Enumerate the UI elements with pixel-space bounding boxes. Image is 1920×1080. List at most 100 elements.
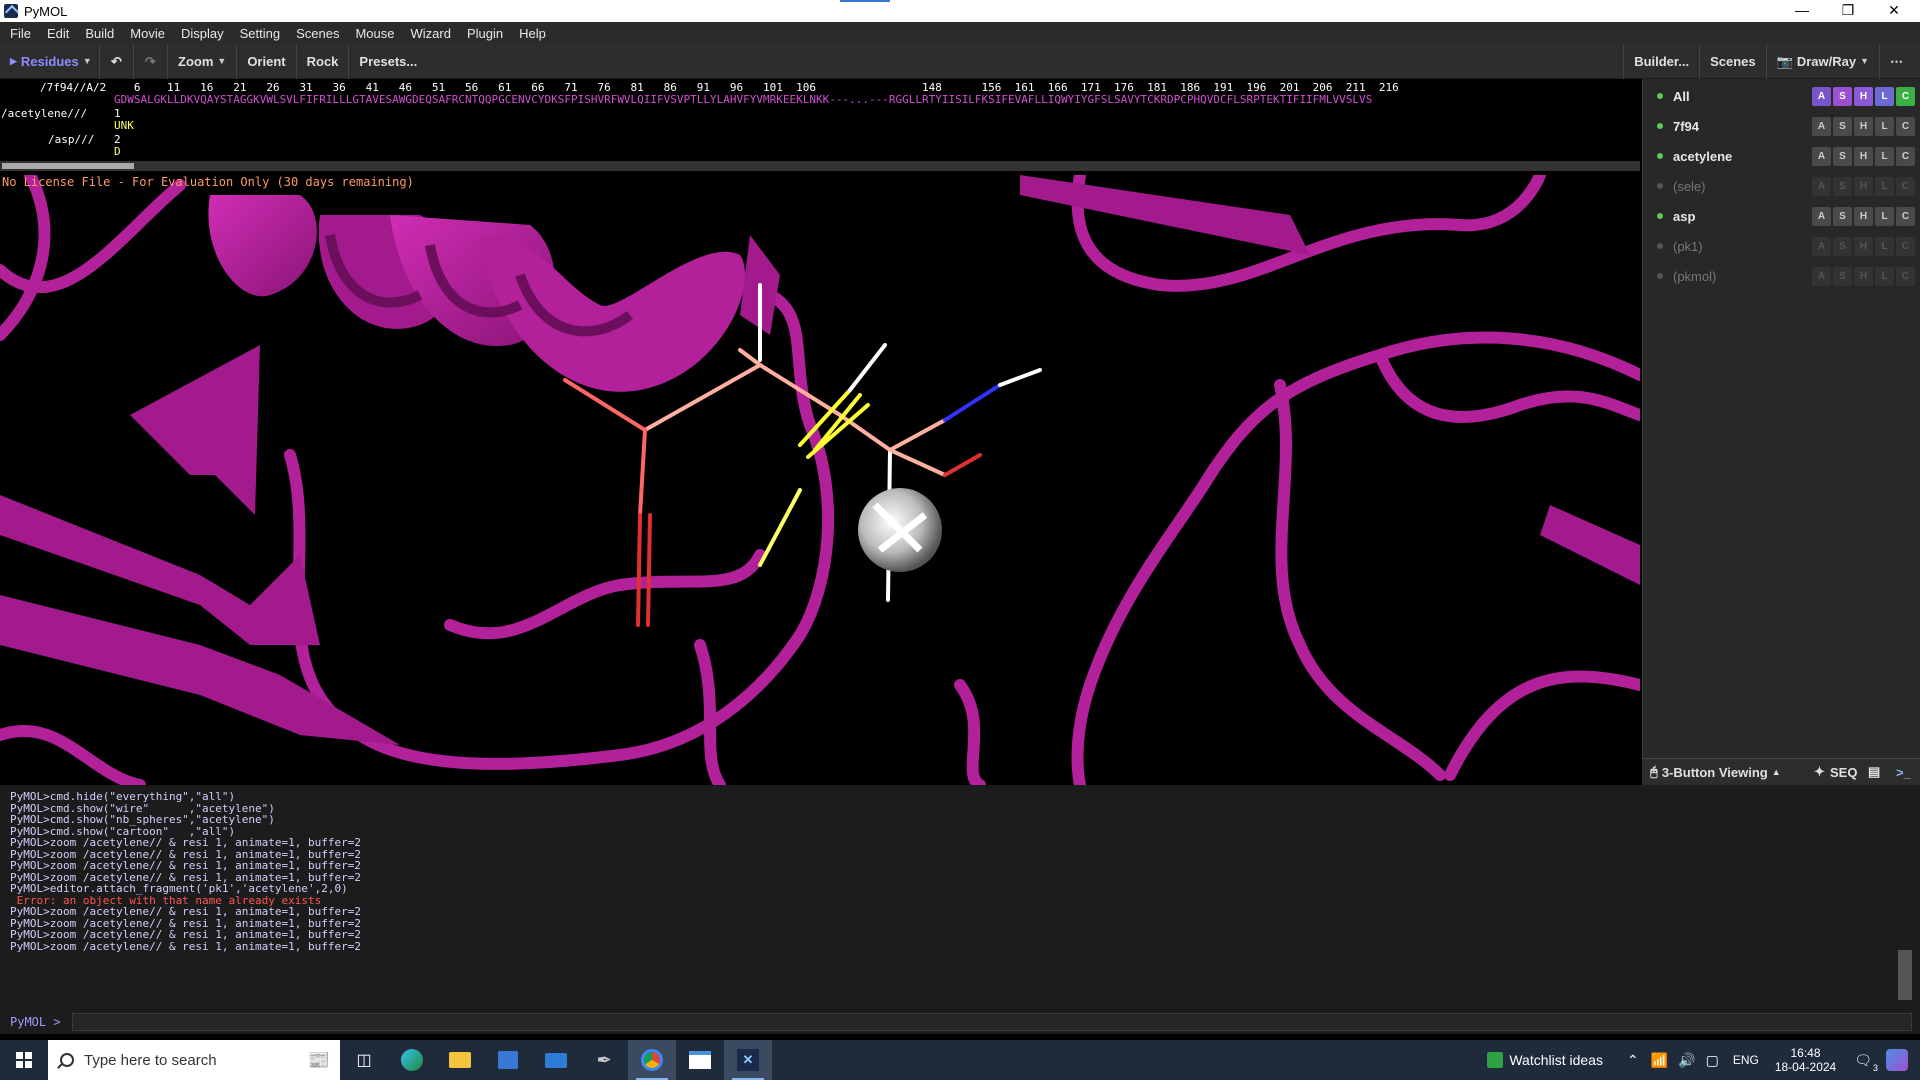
object-enabled-indicator[interactable] bbox=[1657, 123, 1663, 129]
object-button-c[interactable]: C bbox=[1896, 116, 1915, 136]
object-button-a[interactable]: A bbox=[1812, 86, 1831, 106]
object-button-l[interactable]: L bbox=[1875, 206, 1894, 226]
edge-icon[interactable] bbox=[388, 1040, 436, 1080]
object-row[interactable]: acetylene A S H L C bbox=[1643, 141, 1920, 171]
object-enabled-indicator[interactable] bbox=[1657, 93, 1663, 99]
object-row[interactable]: 7f94 A S H L C bbox=[1643, 111, 1920, 141]
minimize-icon[interactable]: — bbox=[1780, 0, 1824, 22]
object-button-c[interactable]: C bbox=[1896, 176, 1915, 196]
menu-display[interactable]: Display bbox=[181, 26, 224, 41]
object-row[interactable]: (pkmol) A S H L C bbox=[1643, 261, 1920, 291]
object-name[interactable]: acetylene bbox=[1673, 149, 1813, 164]
notification-icon[interactable]: 🗨 3 bbox=[1854, 1052, 1878, 1073]
object-button-h[interactable]: H bbox=[1854, 236, 1873, 256]
pen-icon[interactable]: ✒ bbox=[580, 1040, 628, 1080]
seq-label-acetylene[interactable]: /acetylene/// bbox=[1, 107, 87, 120]
object-button-c[interactable]: C bbox=[1896, 86, 1915, 106]
object-button-a[interactable]: A bbox=[1812, 176, 1831, 196]
object-button-h[interactable]: H bbox=[1854, 86, 1873, 106]
copilot-icon[interactable] bbox=[1886, 1049, 1908, 1071]
start-button[interactable] bbox=[0, 1040, 48, 1080]
builder-button[interactable]: Builder... bbox=[1623, 44, 1701, 79]
object-button-a[interactable]: A bbox=[1812, 146, 1831, 166]
object-button-s[interactable]: S bbox=[1833, 206, 1852, 226]
menu-build[interactable]: Build bbox=[85, 26, 114, 41]
pymol-taskbar-icon[interactable]: ✕ bbox=[724, 1040, 772, 1080]
volume-icon[interactable]: 🔊 bbox=[1678, 1052, 1695, 1069]
viewing-mode-selector[interactable]: 🖰 3-Button Viewing ▲ bbox=[1650, 764, 1781, 780]
language-indicator[interactable]: ENG bbox=[1733, 1053, 1759, 1067]
object-row[interactable]: (pk1) A S H L C bbox=[1643, 231, 1920, 261]
presets-button[interactable]: Presets... bbox=[349, 44, 427, 79]
mail-icon[interactable] bbox=[532, 1040, 580, 1080]
more-options-button[interactable]: ⋯ bbox=[1880, 44, 1920, 79]
taskbar-search[interactable]: Type here to search 📰 bbox=[48, 1040, 340, 1080]
object-enabled-indicator[interactable] bbox=[1657, 183, 1663, 189]
object-button-a[interactable]: A bbox=[1812, 266, 1831, 286]
object-name[interactable]: (sele) bbox=[1673, 179, 1813, 194]
object-row[interactable]: All A S H L C bbox=[1643, 81, 1920, 111]
object-name[interactable]: 7f94 bbox=[1673, 119, 1813, 134]
wand-icon[interactable]: ✦ bbox=[1814, 764, 1825, 780]
object-name[interactable]: (pkmol) bbox=[1673, 269, 1813, 284]
menu-edit[interactable]: Edit bbox=[47, 26, 69, 41]
object-button-c[interactable]: C bbox=[1896, 266, 1915, 286]
seq-toggle-button[interactable]: SEQ bbox=[1830, 765, 1857, 780]
object-button-c[interactable]: C bbox=[1896, 146, 1915, 166]
object-name[interactable]: asp bbox=[1673, 209, 1813, 224]
seq-label-7f94[interactable]: /7f94//A/2 bbox=[40, 81, 106, 94]
zoom-dropdown[interactable]: Zoom ▼ bbox=[168, 43, 238, 79]
seq-scrollbar-thumb[interactable] bbox=[2, 163, 134, 169]
object-button-l[interactable]: L bbox=[1875, 266, 1894, 286]
menu-file[interactable]: File bbox=[10, 26, 31, 41]
seq-residues-7f94[interactable]: GDWSALGKLLDKVQAYSTAGGKVWLSVLFIFRILLLGTAV… bbox=[114, 93, 1372, 106]
object-button-l[interactable]: L bbox=[1875, 146, 1894, 166]
console-scrollbar-thumb[interactable] bbox=[1898, 950, 1912, 1000]
seq-residue-d[interactable]: D bbox=[114, 145, 121, 158]
orient-button[interactable]: Orient bbox=[237, 43, 297, 79]
network-icon[interactable]: 📶 bbox=[1651, 1052, 1668, 1069]
object-button-a[interactable]: A bbox=[1812, 206, 1831, 226]
object-enabled-indicator[interactable] bbox=[1657, 243, 1663, 249]
seq-label-asp[interactable]: /asp/// bbox=[48, 133, 94, 146]
rock-button[interactable]: Rock bbox=[297, 43, 350, 79]
object-name[interactable]: All bbox=[1673, 89, 1813, 104]
seq-residue-unk[interactable]: UNK bbox=[114, 119, 134, 132]
panel-icon[interactable]: ▤ bbox=[1868, 764, 1880, 780]
object-button-h[interactable]: H bbox=[1854, 206, 1873, 226]
object-button-h[interactable]: H bbox=[1854, 176, 1873, 196]
object-enabled-indicator[interactable] bbox=[1657, 213, 1663, 219]
command-input[interactable] bbox=[72, 1013, 1912, 1031]
task-view-icon[interactable]: ◫ bbox=[340, 1040, 388, 1080]
object-row[interactable]: (sele) A S H L C bbox=[1643, 171, 1920, 201]
object-button-s[interactable]: S bbox=[1833, 266, 1852, 286]
clock[interactable]: 16:48 18-04-2024 bbox=[1775, 1046, 1836, 1074]
menu-mouse[interactable]: Mouse bbox=[355, 26, 394, 41]
menu-wizard[interactable]: Wizard bbox=[410, 26, 450, 41]
menu-plugin[interactable]: Plugin bbox=[467, 26, 503, 41]
object-button-h[interactable]: H bbox=[1854, 116, 1873, 136]
object-button-s[interactable]: S bbox=[1833, 86, 1852, 106]
object-button-s[interactable]: S bbox=[1833, 116, 1852, 136]
object-button-s[interactable]: S bbox=[1833, 146, 1852, 166]
chevron-up-icon[interactable]: ⌃ bbox=[1627, 1052, 1639, 1069]
object-button-l[interactable]: L bbox=[1875, 116, 1894, 136]
menu-help[interactable]: Help bbox=[519, 26, 546, 41]
object-button-h[interactable]: H bbox=[1854, 266, 1873, 286]
menu-setting[interactable]: Setting bbox=[240, 26, 280, 41]
watchlist-widget[interactable]: Watchlist ideas bbox=[1487, 1052, 1603, 1068]
undo-button[interactable]: ↶ bbox=[100, 43, 134, 79]
object-name[interactable]: (pk1) bbox=[1673, 239, 1813, 254]
molecular-viewport[interactable]: No License File - For Evaluation Only (3… bbox=[0, 175, 1640, 785]
terminal-app-icon[interactable] bbox=[676, 1040, 724, 1080]
object-row[interactable]: asp A S H L C bbox=[1643, 201, 1920, 231]
object-button-a[interactable]: A bbox=[1812, 236, 1831, 256]
object-button-s[interactable]: S bbox=[1833, 176, 1852, 196]
object-button-a[interactable]: A bbox=[1812, 116, 1831, 136]
object-button-l[interactable]: L bbox=[1875, 176, 1894, 196]
object-button-l[interactable]: L bbox=[1875, 86, 1894, 106]
terminal-icon[interactable]: >_ bbox=[1896, 765, 1911, 780]
object-enabled-indicator[interactable] bbox=[1657, 273, 1663, 279]
seq-scrollbar[interactable] bbox=[0, 161, 1640, 171]
battery-icon[interactable]: ▢ bbox=[1706, 1052, 1719, 1069]
